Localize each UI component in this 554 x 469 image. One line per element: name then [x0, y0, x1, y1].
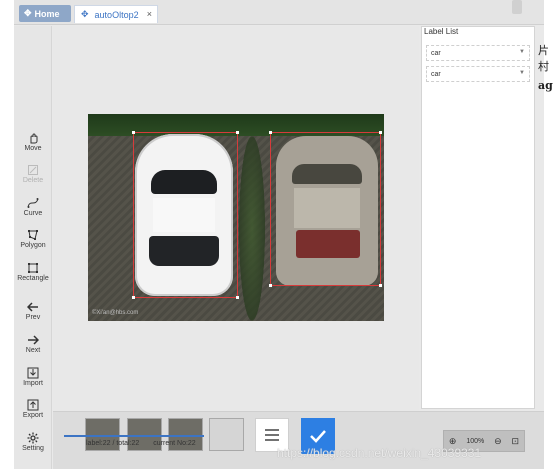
caret-down-icon: ▼: [519, 70, 525, 76]
tool-curve[interactable]: Curve: [14, 195, 52, 225]
bounding-box-car-2[interactable]: [269, 131, 382, 287]
import-icon: [27, 365, 39, 380]
page-text-fragment: 片村: [538, 44, 549, 73]
tool-next-label: Next: [25, 347, 41, 354]
parking-photo[interactable]: ©Xi'an@hbs.com: [88, 114, 384, 321]
progress-fill: [64, 435, 204, 437]
image-canvas[interactable]: ©Xi'an@hbs.com: [53, 26, 419, 411]
zoom-in-icon[interactable]: ⊕: [449, 436, 457, 447]
label-select[interactable]: car ▼: [426, 45, 530, 61]
tab-file[interactable]: ✥ autoOltop2 ×: [74, 5, 158, 23]
export-icon: [27, 397, 39, 412]
move-cross-icon: ✥: [81, 9, 89, 19]
tool-prev-label: Prev: [25, 314, 41, 321]
tool-polygon-label: Polygon: [20, 242, 46, 249]
bbox-handle[interactable]: [269, 284, 272, 287]
tool-import[interactable]: Import: [14, 365, 52, 395]
blog-watermark: https://blog.csdn.net/weixin_43039331: [277, 446, 482, 460]
fit-screen-icon[interactable]: ⊡: [512, 436, 520, 447]
label-list-title: Label List: [424, 27, 459, 36]
bbox-handle[interactable]: [132, 296, 135, 299]
annotation-app: ✥ Home ✥ autoOltop2 × Move Delete Curve …: [14, 0, 544, 469]
tool-export[interactable]: Export: [14, 397, 52, 427]
tool-rectangle-label: Rectangle: [17, 275, 49, 282]
tool-rectangle[interactable]: Rectangle: [14, 260, 52, 290]
tab-bar: ✥ Home ✥ autoOltop2 ×: [14, 0, 544, 25]
tab-home[interactable]: ✥ Home: [19, 5, 71, 22]
bbox-handle[interactable]: [379, 131, 382, 134]
progress-info: label:22 / total:22 current No:22: [64, 430, 224, 452]
label-select-value: car: [431, 50, 441, 57]
image-watermark: ©Xi'an@hbs.com: [92, 310, 139, 316]
bbox-handle[interactable]: [269, 131, 272, 134]
tool-curve-label: Curve: [23, 210, 43, 217]
tool-polygon[interactable]: Polygon: [14, 227, 52, 257]
tool-export-label: Export: [22, 412, 44, 419]
bbox-handle[interactable]: [236, 131, 239, 134]
label-select[interactable]: car ▼: [426, 66, 530, 82]
polygon-icon: [27, 227, 39, 242]
tool-import-label: Import: [23, 380, 43, 387]
labeled-count: label:22 / total:22: [86, 440, 140, 447]
bottom-bar: label:22 / total:22 current No:22 ⊕ 100%…: [53, 411, 544, 469]
tool-sidebar: Move Delete Curve Polygon Rectangle Prev…: [14, 26, 52, 469]
current-index: current No:22: [153, 440, 196, 447]
tool-delete[interactable]: Delete: [14, 162, 52, 192]
label-select-value: car: [431, 71, 441, 78]
home-icon: ✥: [24, 8, 32, 18]
label-list-panel: Label List car ▼ car ▼: [421, 26, 535, 409]
tool-next[interactable]: Next: [14, 332, 52, 362]
checkmark-icon: [310, 430, 326, 443]
curve-icon: [27, 195, 39, 210]
close-icon[interactable]: ×: [147, 9, 152, 19]
caret-down-icon: ▼: [519, 49, 525, 55]
bounding-box-car-1[interactable]: [132, 131, 239, 299]
gear-icon: [27, 430, 39, 445]
tool-setting[interactable]: Setting: [14, 430, 52, 460]
bbox-handle[interactable]: [132, 131, 135, 134]
tool-setting-label: Setting: [22, 445, 44, 452]
tool-move[interactable]: Move: [14, 130, 52, 160]
bbox-handle[interactable]: [379, 284, 382, 287]
zoom-out-icon[interactable]: ⊖: [494, 436, 502, 447]
bbox-handle[interactable]: [236, 296, 239, 299]
tool-delete-label: Delete: [22, 177, 44, 184]
tool-move-label: Move: [24, 145, 42, 152]
rectangle-icon: [27, 260, 39, 275]
scrollbar-thumb[interactable]: [512, 0, 522, 14]
tool-prev[interactable]: Prev: [14, 299, 52, 329]
delete-icon: [27, 162, 39, 177]
progress-bar: [64, 435, 204, 437]
tab-file-label: autoOltop2: [94, 9, 139, 20]
next-arrow-icon: [27, 332, 39, 347]
page-text-fragment: ag: [538, 79, 553, 92]
zoom-level: 100%: [466, 437, 485, 445]
menu-icon: [265, 429, 279, 441]
tab-home-label: Home: [34, 8, 60, 19]
prev-arrow-icon: [27, 299, 39, 314]
hand-icon: [27, 130, 39, 145]
